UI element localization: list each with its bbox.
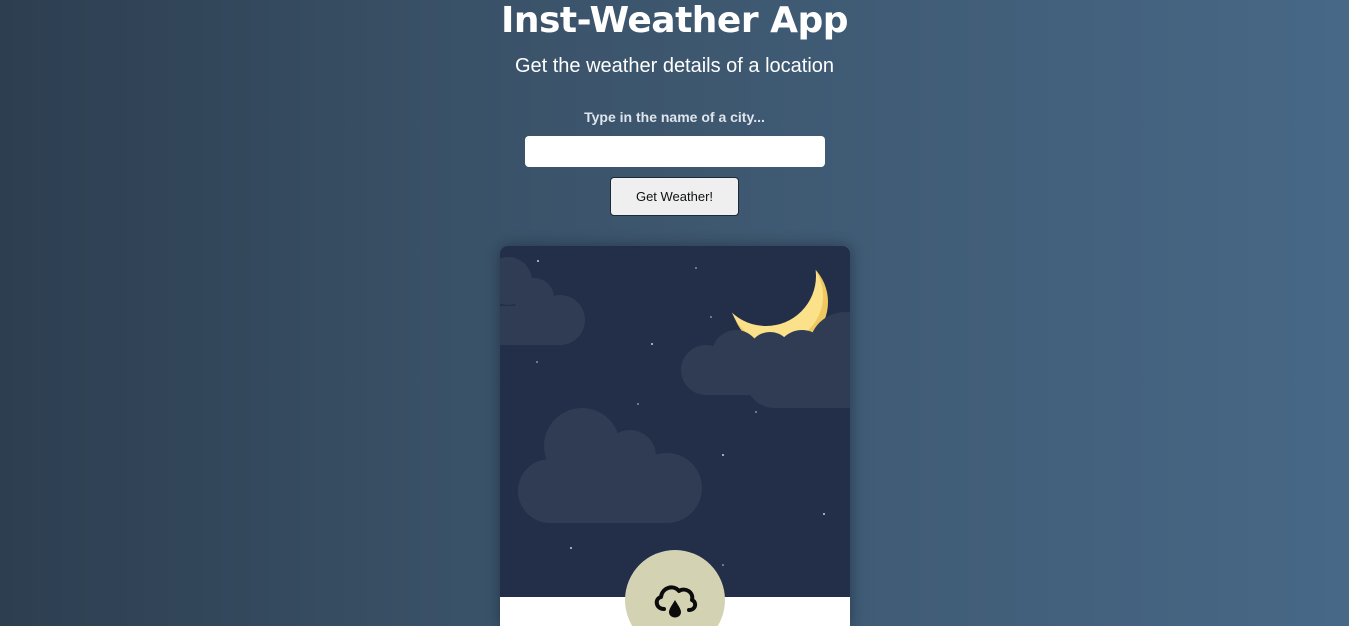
cloud-icon bbox=[518, 408, 702, 523]
app-title: Inst-Weather App bbox=[500, 0, 849, 41]
city-search-input[interactable] bbox=[525, 136, 825, 167]
rain-cloud-icon bbox=[654, 585, 698, 618]
city-input-label: Type in the name of a city... bbox=[584, 109, 765, 125]
get-weather-button[interactable]: Get Weather! bbox=[610, 177, 739, 216]
cloud-icon bbox=[500, 257, 585, 345]
weather-card bbox=[500, 246, 850, 626]
app-subtitle: Get the weather details of a location bbox=[514, 55, 835, 77]
page: { "app": { "title": "Inst-Weather App", … bbox=[0, 0, 1349, 626]
